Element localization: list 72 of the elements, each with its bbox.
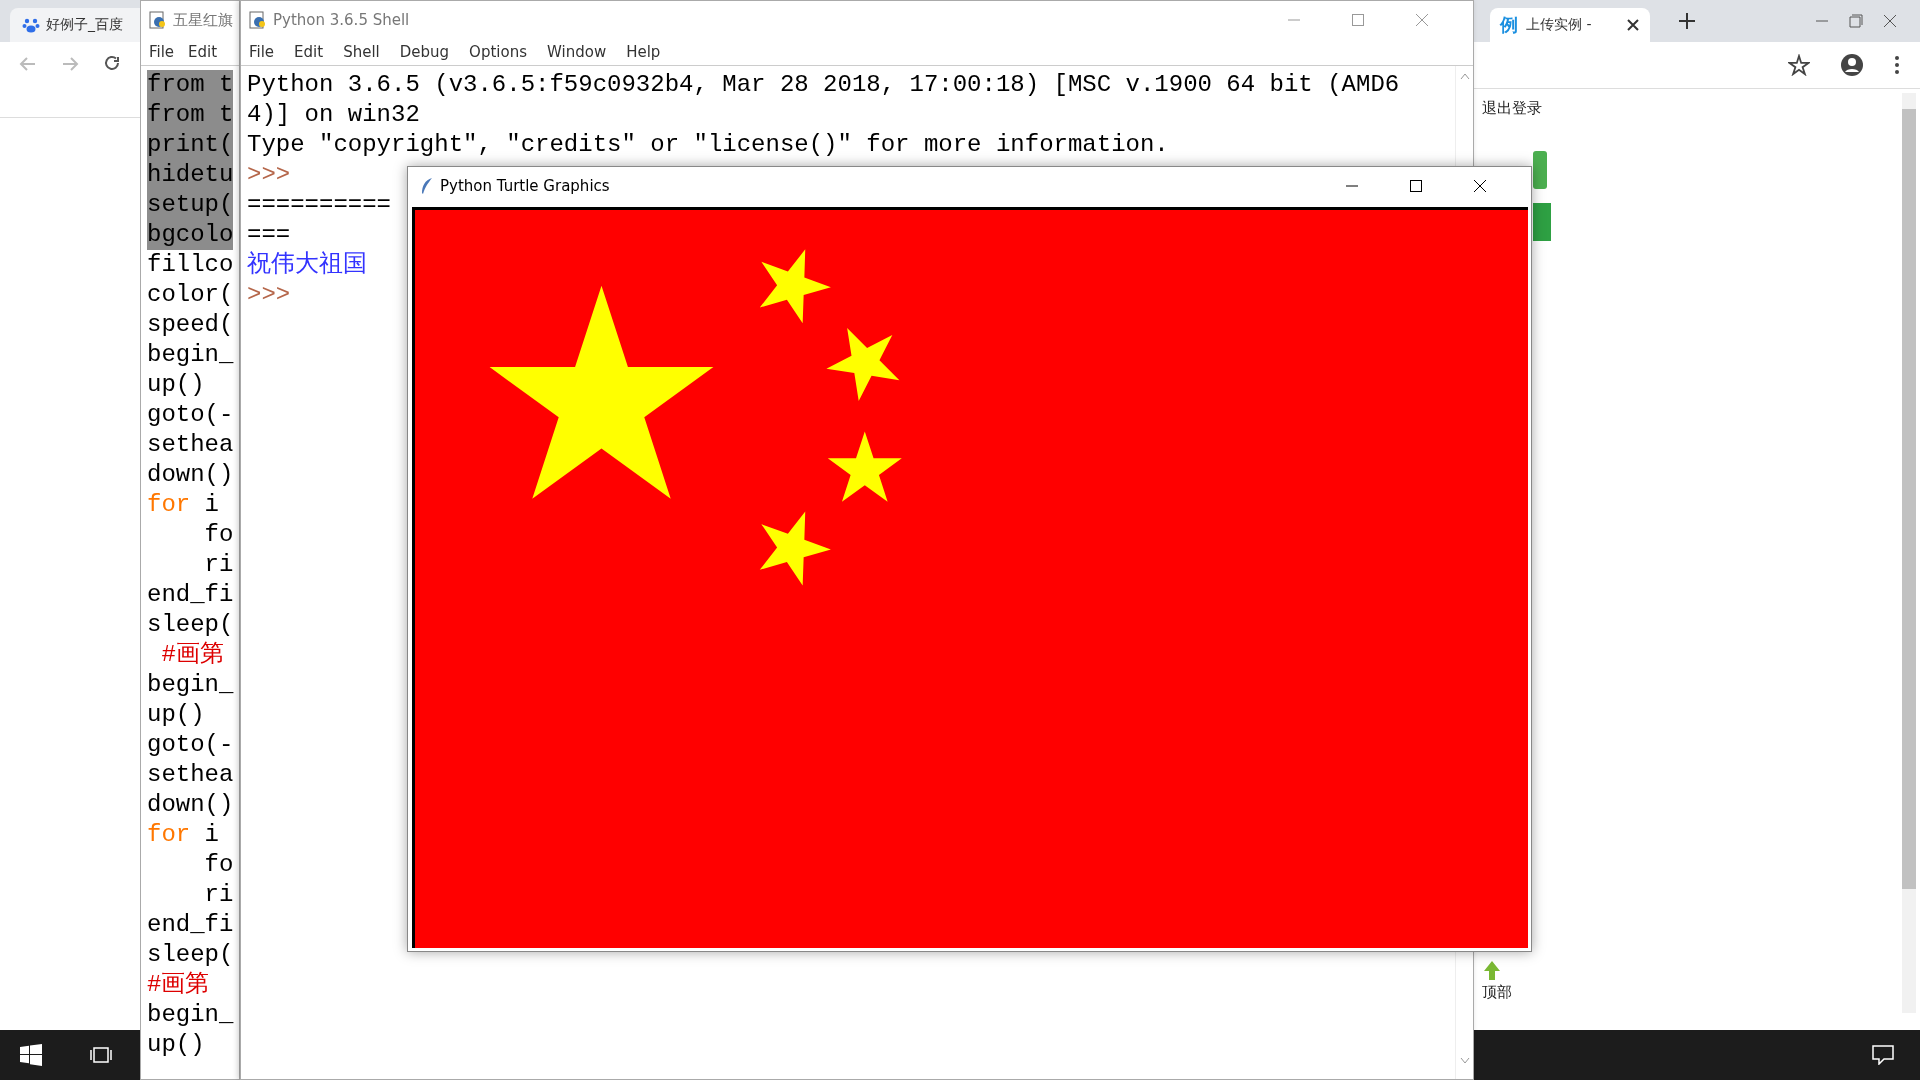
python-file-icon bbox=[149, 11, 167, 29]
paw-icon bbox=[22, 16, 40, 34]
up-arrow-icon[interactable] bbox=[1482, 959, 1502, 981]
menu-item[interactable]: File bbox=[249, 43, 275, 61]
menu-item[interactable]: Help bbox=[626, 43, 661, 61]
code-line: for i bbox=[147, 820, 220, 850]
menu-item[interactable]: Edit bbox=[188, 43, 218, 61]
code-line: end_fi bbox=[147, 580, 234, 610]
code-line: sleep( bbox=[147, 940, 234, 970]
code-line: begin_ bbox=[147, 1000, 234, 1030]
menu-item[interactable]: Options bbox=[469, 43, 527, 61]
code-line: fillco bbox=[147, 250, 234, 280]
shell-output: 祝伟大祖国 bbox=[247, 250, 367, 280]
code-line: #画第 bbox=[147, 970, 210, 1000]
menu-item[interactable]: File bbox=[149, 43, 175, 61]
window-title: Python 3.6.5 Shell bbox=[273, 11, 410, 29]
menu-item[interactable]: Edit bbox=[294, 43, 324, 61]
code-line: down() bbox=[147, 460, 234, 490]
code-line: speed( bbox=[147, 310, 234, 340]
code-line: begin_ bbox=[147, 340, 234, 370]
code-line: goto(- bbox=[147, 400, 234, 430]
scroll-up-icon[interactable] bbox=[1459, 72, 1470, 80]
code-line: fo bbox=[203, 520, 234, 550]
scrollbar[interactable] bbox=[1902, 93, 1916, 1013]
menu-item[interactable]: Shell bbox=[343, 43, 380, 61]
shell-prompt: >>> bbox=[247, 160, 291, 190]
star-icon[interactable] bbox=[1788, 54, 1810, 76]
new-tab-icon[interactable] bbox=[1678, 12, 1696, 30]
code-line: up() bbox=[147, 1030, 205, 1060]
browser-tab[interactable]: 例 上传实例 - bbox=[1490, 8, 1650, 42]
scroll-down-icon[interactable] bbox=[1459, 1057, 1470, 1065]
start-icon[interactable] bbox=[20, 1044, 42, 1066]
browser-tab[interactable]: 好例子_百度 bbox=[10, 8, 140, 42]
close-icon[interactable] bbox=[1473, 179, 1487, 193]
code-editor[interactable]: from t from t print( hidetu setup( bgcolo fillco color( speed( begin_ up() goto(- sethea down() for i fo ri end_fi sleep( #画第 begin_ up() goto(- sethea down() for i fo ri end_fi sleep( #画第 begin_ up() bbox=[141, 66, 239, 1079]
shell-output: Type "copyright", "credits" or "license()" for more information. bbox=[247, 130, 1169, 160]
restore-icon[interactable] bbox=[1848, 13, 1864, 29]
task-view-icon[interactable] bbox=[90, 1044, 112, 1066]
code-line: ri bbox=[203, 880, 234, 910]
code-line: sleep( bbox=[147, 610, 234, 640]
code-line: begin_ bbox=[147, 670, 234, 700]
menu-item[interactable]: Debug bbox=[399, 43, 450, 61]
code-line: #画第 bbox=[160, 640, 224, 670]
shell-prompt: >>> bbox=[247, 280, 291, 310]
code-line: color( bbox=[147, 280, 234, 310]
code-line: goto(- bbox=[147, 730, 234, 760]
banner-strip bbox=[1533, 203, 1551, 241]
maximize-icon[interactable] bbox=[1409, 179, 1423, 193]
code-line: sethea bbox=[147, 760, 234, 790]
menu-icon[interactable] bbox=[1894, 55, 1900, 75]
close-icon[interactable] bbox=[1626, 18, 1640, 32]
shell-output: Python 3.6.5 (v3.6.5:f59c0932b4, Mar 28 2018, 17:00:18) [MSC v.1900 64 bit (AMD6 bbox=[247, 70, 1400, 100]
code-line: up() bbox=[147, 370, 205, 400]
window-title: Python Turtle Graphics bbox=[440, 177, 610, 195]
feather-icon bbox=[420, 177, 434, 195]
code-line: end_fi bbox=[147, 910, 234, 940]
shell-output: === bbox=[247, 220, 291, 250]
menu-item[interactable]: Window bbox=[547, 43, 607, 61]
code-line: sethea bbox=[147, 430, 234, 460]
shell-output: 4)] on win32 bbox=[247, 100, 420, 130]
python-file-icon bbox=[249, 11, 267, 29]
code-line: fo bbox=[203, 850, 234, 880]
code-line: for i bbox=[147, 490, 220, 520]
code-line: down() bbox=[147, 790, 234, 820]
code-line: up() bbox=[147, 700, 205, 730]
notification-icon[interactable] bbox=[1872, 1045, 1894, 1065]
back-to-top-link[interactable]: 顶部 bbox=[1482, 983, 1512, 1002]
code-line: ri bbox=[203, 550, 234, 580]
account-icon[interactable] bbox=[1840, 53, 1864, 77]
shell-output: ========== bbox=[247, 190, 392, 220]
logout-link[interactable]: 退出登录 bbox=[1482, 99, 1542, 118]
window-title: 五星红旗 bbox=[173, 10, 233, 30]
